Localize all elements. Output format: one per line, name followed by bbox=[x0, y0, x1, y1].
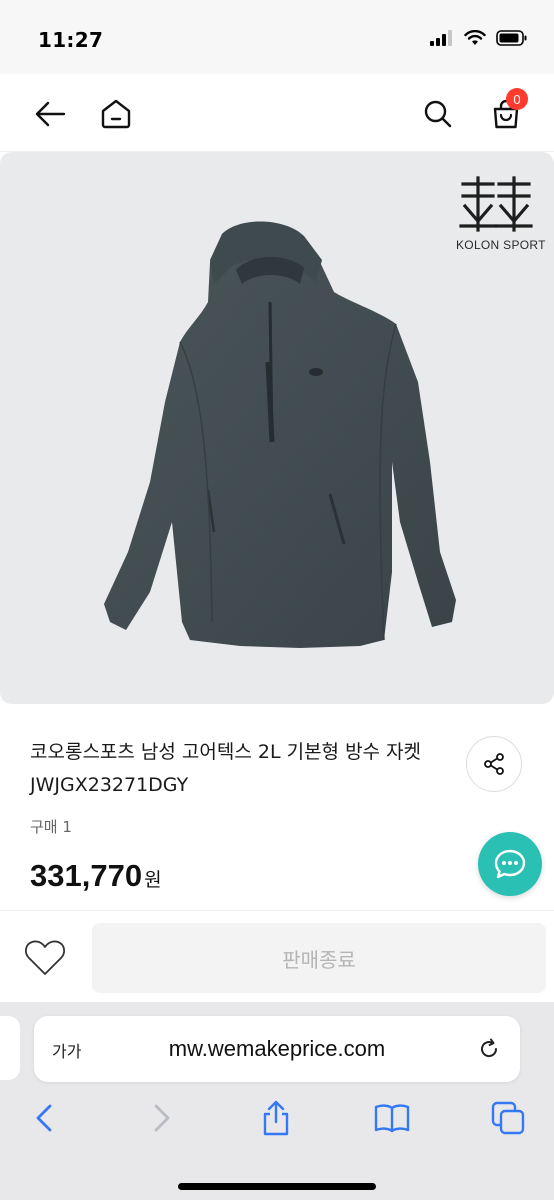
previous-tab-peek[interactable] bbox=[0, 1016, 20, 1080]
app-header: 0 bbox=[0, 74, 554, 152]
address-bar[interactable]: 가가 mw.wemakeprice.com bbox=[34, 1016, 520, 1082]
sold-out-button[interactable]: 판매종료 bbox=[92, 923, 546, 993]
product-image[interactable]: KOLON SPORT bbox=[0, 152, 554, 704]
browser-back-button[interactable] bbox=[24, 1098, 64, 1138]
tabs-icon bbox=[491, 1101, 525, 1135]
browser-chrome: 가가 mw.wemakeprice.com bbox=[0, 1002, 554, 1200]
url-text: mw.wemakeprice.com bbox=[168, 1036, 386, 1061]
browser-toolbar bbox=[0, 1098, 554, 1138]
browser-forward-button[interactable] bbox=[142, 1098, 182, 1138]
bookmarks-button[interactable] bbox=[372, 1098, 412, 1138]
purchase-action-bar: 판매종료 bbox=[0, 910, 554, 1002]
product-info: 코오롱스포츠 남성 고어텍스 2L 기본형 방수 자켓 JWJGX23271DG… bbox=[0, 712, 554, 910]
reload-icon bbox=[481, 1038, 498, 1058]
search-button[interactable] bbox=[416, 92, 460, 136]
status-bar: 11:27 bbox=[0, 0, 554, 74]
price-unit: 원 bbox=[144, 869, 162, 891]
purchase-count: 구매 1 bbox=[30, 818, 72, 836]
home-indicator bbox=[178, 1183, 376, 1190]
chevron-right-icon bbox=[154, 1104, 170, 1132]
chat-bubble-icon bbox=[494, 849, 526, 879]
chevron-left-icon bbox=[36, 1104, 52, 1132]
wifi-icon bbox=[464, 30, 486, 45]
status-icons bbox=[430, 30, 528, 46]
search-icon bbox=[424, 100, 452, 128]
cellular-signal-icon bbox=[430, 30, 452, 46]
heart-icon bbox=[25, 940, 65, 975]
share-icon bbox=[484, 753, 504, 775]
wishlist-button[interactable] bbox=[22, 937, 68, 979]
share-button[interactable] bbox=[466, 736, 522, 792]
brand-logo-text: KOLON SPORT bbox=[456, 238, 546, 252]
brand-logo: KOLON SPORT bbox=[456, 176, 546, 252]
product-price: 331,770 원 bbox=[30, 858, 162, 894]
status-time: 11:27 bbox=[38, 28, 104, 52]
reload-button[interactable] bbox=[474, 1034, 504, 1064]
cart-button[interactable]: 0 bbox=[484, 88, 528, 136]
arrow-left-icon bbox=[35, 101, 66, 127]
back-button[interactable] bbox=[28, 92, 72, 136]
book-icon bbox=[374, 1104, 410, 1133]
product-title: 코오롱스포츠 남성 고어텍스 2L 기본형 방수 자켓 JWJGX23271DG… bbox=[30, 741, 422, 796]
browser-share-button[interactable] bbox=[256, 1098, 296, 1138]
kolon-sport-logo-icon bbox=[459, 176, 533, 232]
chat-button[interactable] bbox=[478, 832, 542, 896]
home-icon bbox=[101, 99, 131, 129]
home-button[interactable] bbox=[94, 92, 138, 136]
price-value: 331,770 bbox=[30, 858, 143, 893]
battery-icon bbox=[496, 30, 527, 46]
cart-count-badge: 0 bbox=[506, 88, 528, 110]
share-upload-icon bbox=[263, 1100, 289, 1136]
tabs-button[interactable] bbox=[488, 1098, 528, 1138]
